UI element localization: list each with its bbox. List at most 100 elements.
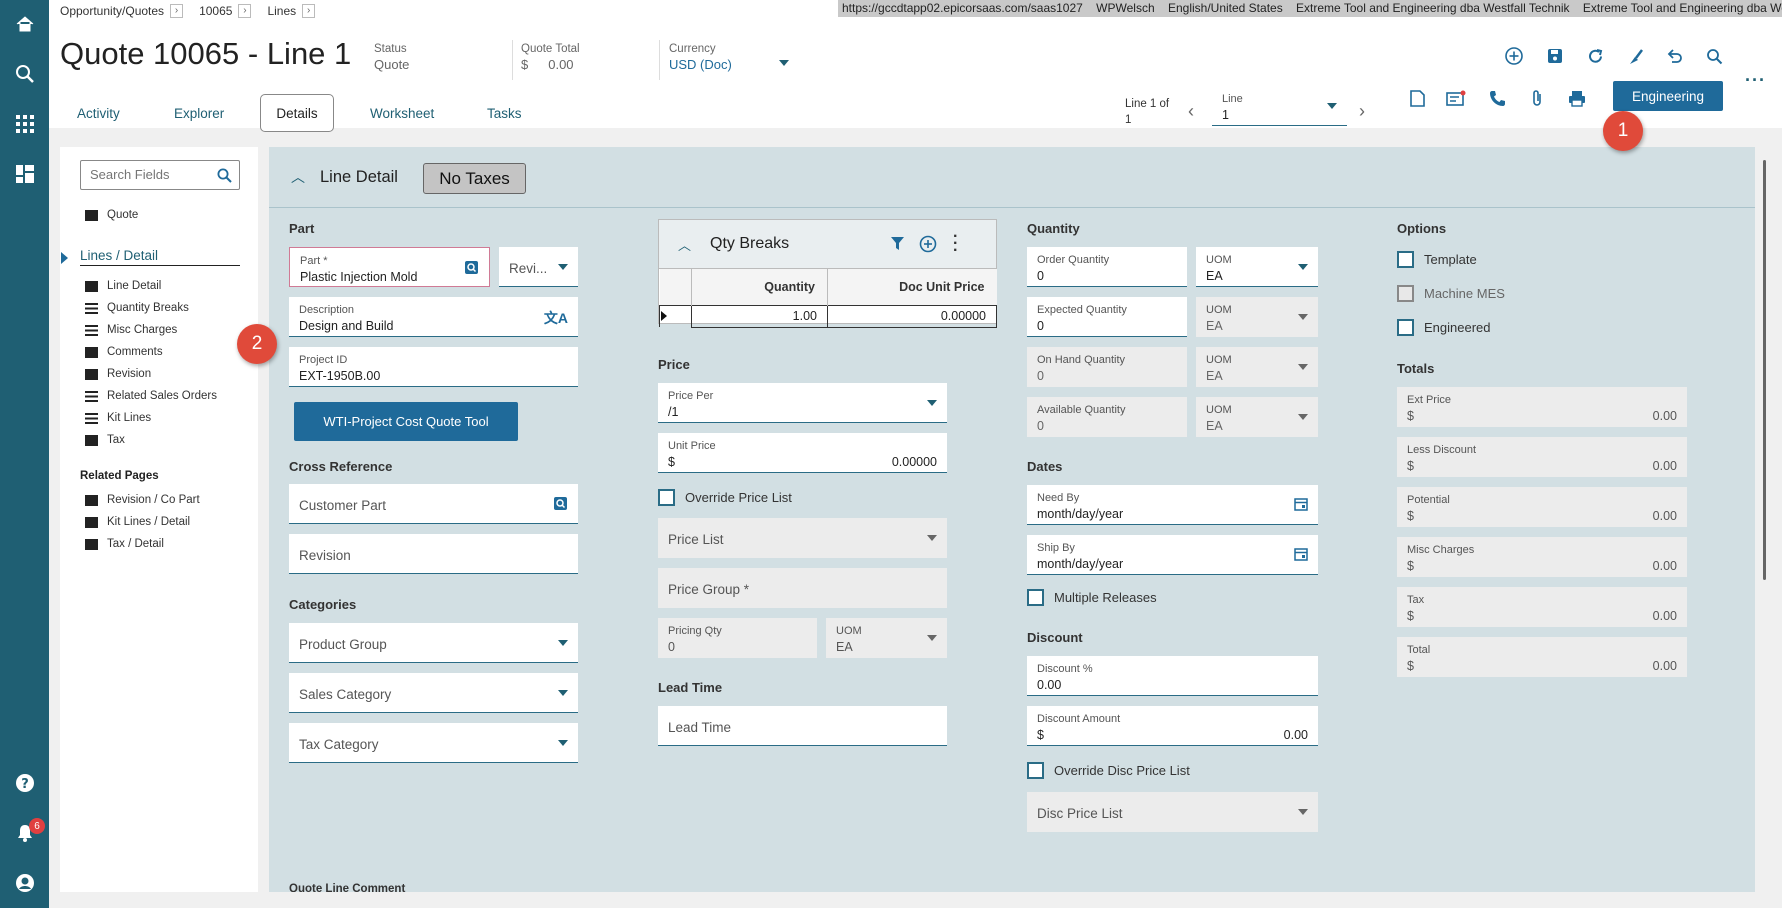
- wti-project-cost-quote-tool-button[interactable]: WTI-Project Cost Quote Tool: [294, 402, 518, 441]
- report-card-icon[interactable]: [1445, 87, 1467, 109]
- translate-icon[interactable]: 文A: [544, 308, 568, 328]
- sidebar-item-misc-charges[interactable]: Misc Charges: [85, 319, 217, 341]
- search-icon[interactable]: [12, 61, 38, 87]
- checkbox[interactable]: [658, 489, 675, 506]
- ship-by-date-field[interactable]: Ship By month/day/year: [1027, 535, 1318, 575]
- add-new-icon[interactable]: [1503, 45, 1525, 67]
- document-icon[interactable]: [1406, 87, 1428, 109]
- total-value: 0.00: [1652, 409, 1677, 423]
- collapse-chevron-icon[interactable]: ︿: [291, 167, 305, 187]
- tab-tasks[interactable]: Tasks: [487, 106, 522, 121]
- doc-unit-price-cell[interactable]: 0.00000: [827, 305, 997, 328]
- sales-category-select[interactable]: Sales Category: [289, 673, 578, 713]
- engineering-button[interactable]: Engineering: [1613, 81, 1723, 111]
- order-uom-select[interactable]: UOM EA: [1196, 247, 1318, 287]
- undo-icon[interactable]: [1663, 45, 1685, 67]
- override-disc-price-list-checkbox[interactable]: Override Disc Price List: [1027, 762, 1190, 779]
- breadcrumb-item[interactable]: Opportunity/Quotes: [60, 4, 164, 18]
- price-per-select[interactable]: Price Per /1: [658, 383, 947, 423]
- tab-details[interactable]: Details: [260, 94, 334, 132]
- project-id-field[interactable]: Project ID EXT-1950B.00: [289, 347, 578, 387]
- calendar-icon[interactable]: [1294, 497, 1308, 511]
- attachment-icon[interactable]: [1526, 87, 1548, 109]
- line-select[interactable]: Line 1: [1212, 86, 1347, 126]
- tab-activity[interactable]: Activity: [77, 106, 120, 121]
- search-icon[interactable]: [1703, 45, 1725, 67]
- phone-icon[interactable]: [1486, 87, 1508, 109]
- checkbox[interactable]: [1027, 589, 1044, 606]
- filter-icon[interactable]: [891, 237, 904, 251]
- breadcrumb-chevron-icon[interactable]: ›: [302, 4, 316, 18]
- calendar-icon[interactable]: [1294, 547, 1308, 561]
- options-section-title: Options: [1397, 221, 1447, 236]
- vertical-scrollbar[interactable]: [1763, 160, 1766, 580]
- print-icon[interactable]: [1566, 87, 1588, 109]
- sidebar-item-related-sales-orders[interactable]: Related Sales Orders: [85, 385, 217, 407]
- checkbox[interactable]: [1027, 762, 1044, 779]
- home-icon[interactable]: [12, 11, 38, 37]
- sidebar-item-revision[interactable]: Revision: [85, 363, 217, 385]
- sidebar-item-label: Revision: [107, 368, 152, 380]
- refresh-icon[interactable]: [1584, 45, 1606, 67]
- lead-time-field[interactable]: Lead Time: [658, 706, 947, 746]
- breadcrumb-item[interactable]: Lines: [267, 4, 296, 18]
- column-header-quantity[interactable]: Quantity: [691, 269, 828, 305]
- breadcrumb-item[interactable]: 10065: [199, 4, 232, 18]
- related-item-revision-co-part[interactable]: Revision / Co Part: [85, 489, 200, 511]
- tax-category-select[interactable]: Tax Category: [289, 723, 578, 763]
- part-field[interactable]: Part * Plastic Injection Mold: [289, 247, 490, 287]
- sidebar-item-quantity-breaks[interactable]: Quantity Breaks: [85, 297, 217, 319]
- next-line-icon[interactable]: ›: [1359, 101, 1365, 122]
- sidebar-item-tax[interactable]: Tax: [85, 429, 217, 451]
- related-item-tax-detail[interactable]: Tax / Detail: [85, 533, 200, 555]
- part-search-icon[interactable]: [464, 260, 479, 275]
- apps-grid-icon[interactable]: [12, 111, 38, 137]
- currency-select[interactable]: Currency USD (Doc): [669, 43, 789, 77]
- multiple-releases-checkbox[interactable]: Multiple Releases: [1027, 589, 1157, 606]
- add-row-icon[interactable]: [919, 235, 937, 253]
- save-icon[interactable]: [1544, 45, 1566, 67]
- checkbox[interactable]: [1397, 251, 1414, 268]
- sidebar-item-comments[interactable]: Comments: [85, 341, 217, 363]
- user-account-icon[interactable]: [12, 870, 38, 896]
- table-row[interactable]: 1.00 0.00000: [659, 305, 997, 328]
- need-by-date-field[interactable]: Need By month/day/year: [1027, 485, 1318, 525]
- price-list-select[interactable]: Price List: [658, 518, 947, 558]
- collapse-chevron-icon[interactable]: ︿: [678, 235, 691, 254]
- column-header-doc-unit-price[interactable]: Doc Unit Price: [828, 269, 997, 305]
- engineered-checkbox[interactable]: Engineered: [1397, 319, 1491, 336]
- search-fields-input[interactable]: [90, 161, 216, 187]
- breadcrumb-chevron-icon[interactable]: ›: [170, 4, 184, 18]
- tab-explorer[interactable]: Explorer: [174, 106, 224, 121]
- template-checkbox[interactable]: Template: [1397, 251, 1477, 268]
- help-icon[interactable]: ?: [12, 770, 38, 796]
- sidebar-item-quote[interactable]: Quote: [85, 209, 138, 221]
- disc-price-list-select[interactable]: Disc Price List: [1027, 792, 1318, 832]
- tab-worksheet[interactable]: Worksheet: [370, 106, 434, 121]
- dashboard-icon[interactable]: [12, 161, 38, 187]
- breadcrumb-chevron-icon[interactable]: ›: [238, 4, 252, 18]
- checkbox[interactable]: [1397, 319, 1414, 336]
- sidebar-item-kit-lines[interactable]: Kit Lines: [85, 407, 217, 429]
- override-price-list-checkbox[interactable]: Override Price List: [658, 489, 792, 506]
- more-options-icon[interactable]: ···: [1745, 70, 1766, 91]
- unit-price-field[interactable]: Unit Price $ 0.00000: [658, 433, 947, 473]
- expected-quantity-field[interactable]: Expected Quantity 0: [1027, 297, 1187, 337]
- kebab-menu-icon[interactable]: · · ·: [953, 229, 958, 259]
- sidebar-section-lines-detail[interactable]: Lines / Detail: [80, 248, 240, 266]
- clear-brush-icon[interactable]: [1624, 45, 1646, 67]
- previous-line-icon[interactable]: ‹: [1188, 101, 1194, 122]
- product-group-select[interactable]: Product Group: [289, 623, 578, 663]
- related-item-kit-lines-detail[interactable]: Kit Lines / Detail: [85, 511, 200, 533]
- discount-amount-field[interactable]: Discount Amount $ 0.00: [1027, 706, 1318, 746]
- revision-field[interactable]: Revision: [289, 534, 578, 574]
- customer-part-search-icon[interactable]: [553, 496, 568, 511]
- description-field[interactable]: Description Design and Build 文A: [289, 297, 578, 337]
- customer-part-field[interactable]: Customer Part: [289, 484, 578, 524]
- search-fields-box[interactable]: [80, 160, 240, 190]
- quantity-cell[interactable]: 1.00: [691, 305, 828, 328]
- discount-percent-field[interactable]: Discount % 0.00: [1027, 656, 1318, 696]
- order-quantity-field[interactable]: Order Quantity 0: [1027, 247, 1187, 287]
- revision-select[interactable]: Revi...: [499, 247, 578, 287]
- sidebar-item-line-detail[interactable]: Line Detail: [85, 275, 217, 297]
